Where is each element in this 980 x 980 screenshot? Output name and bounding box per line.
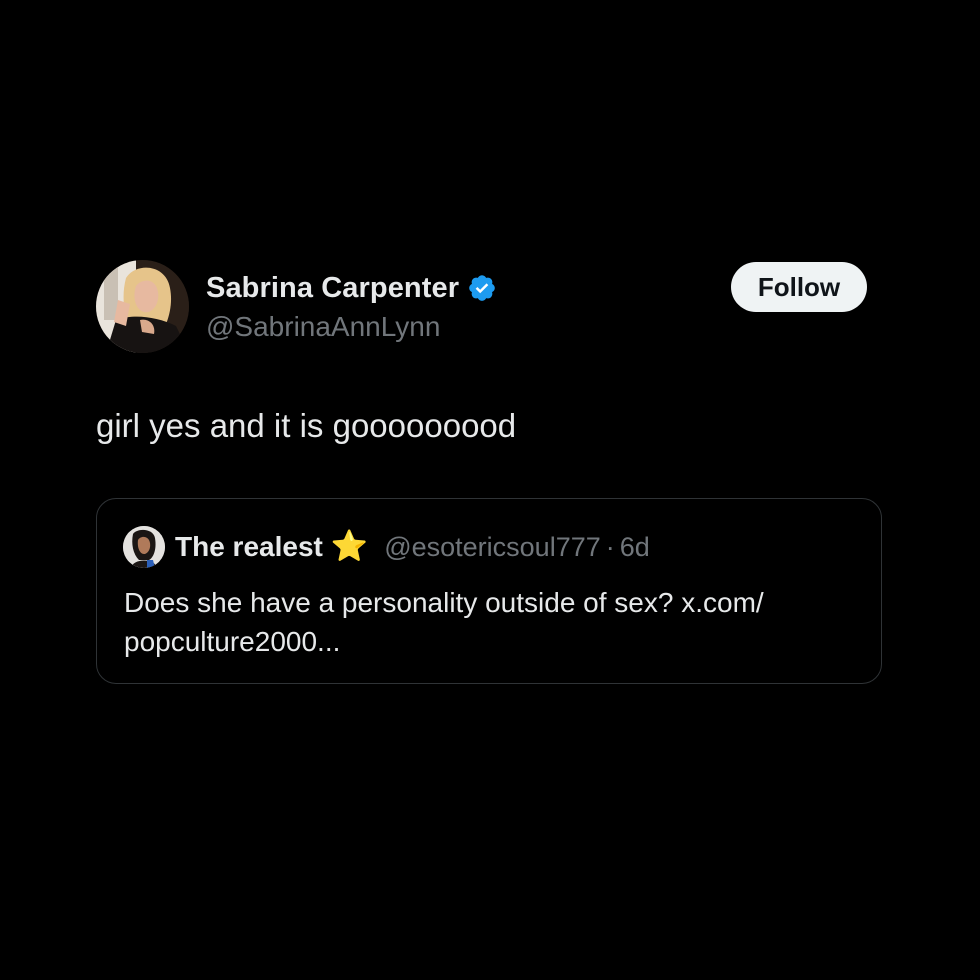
author-names: Sabrina Carpenter @SabrinaAnnLynn [206, 268, 497, 346]
quoted-author-handle[interactable]: @esotericsoul777 [384, 532, 601, 563]
display-name-row: Sabrina Carpenter [206, 268, 497, 308]
tweet-text: girl yes and it is gooooooood [96, 407, 517, 444]
tweet[interactable]: Sabrina Carpenter @SabrinaAnnLynn Follow… [96, 258, 884, 684]
quoted-tweet[interactable]: The realest ⭐ @esotericsoul777 · 6d Does… [96, 498, 882, 684]
author-display-name[interactable]: Sabrina Carpenter [206, 272, 459, 305]
quoted-separator: · [605, 531, 615, 562]
verified-badge-icon [469, 275, 495, 301]
author-handle[interactable]: @SabrinaAnnLynn [206, 308, 497, 346]
follow-button[interactable]: Follow [731, 262, 867, 312]
star-emoji-icon: ⭐ [330, 530, 369, 563]
quoted-tweet-header: The realest ⭐ @esotericsoul777 · 6d [123, 525, 650, 569]
tweet-header: Sabrina Carpenter @SabrinaAnnLynn Follow [96, 258, 884, 354]
quoted-author-avatar[interactable] [123, 526, 165, 568]
author-avatar[interactable] [96, 260, 189, 353]
quoted-timestamp[interactable]: 6d [620, 532, 650, 563]
quoted-tweet-text: Does she have a personality outside of s… [124, 587, 764, 657]
quoted-author-display-name[interactable]: The realest [175, 531, 323, 563]
